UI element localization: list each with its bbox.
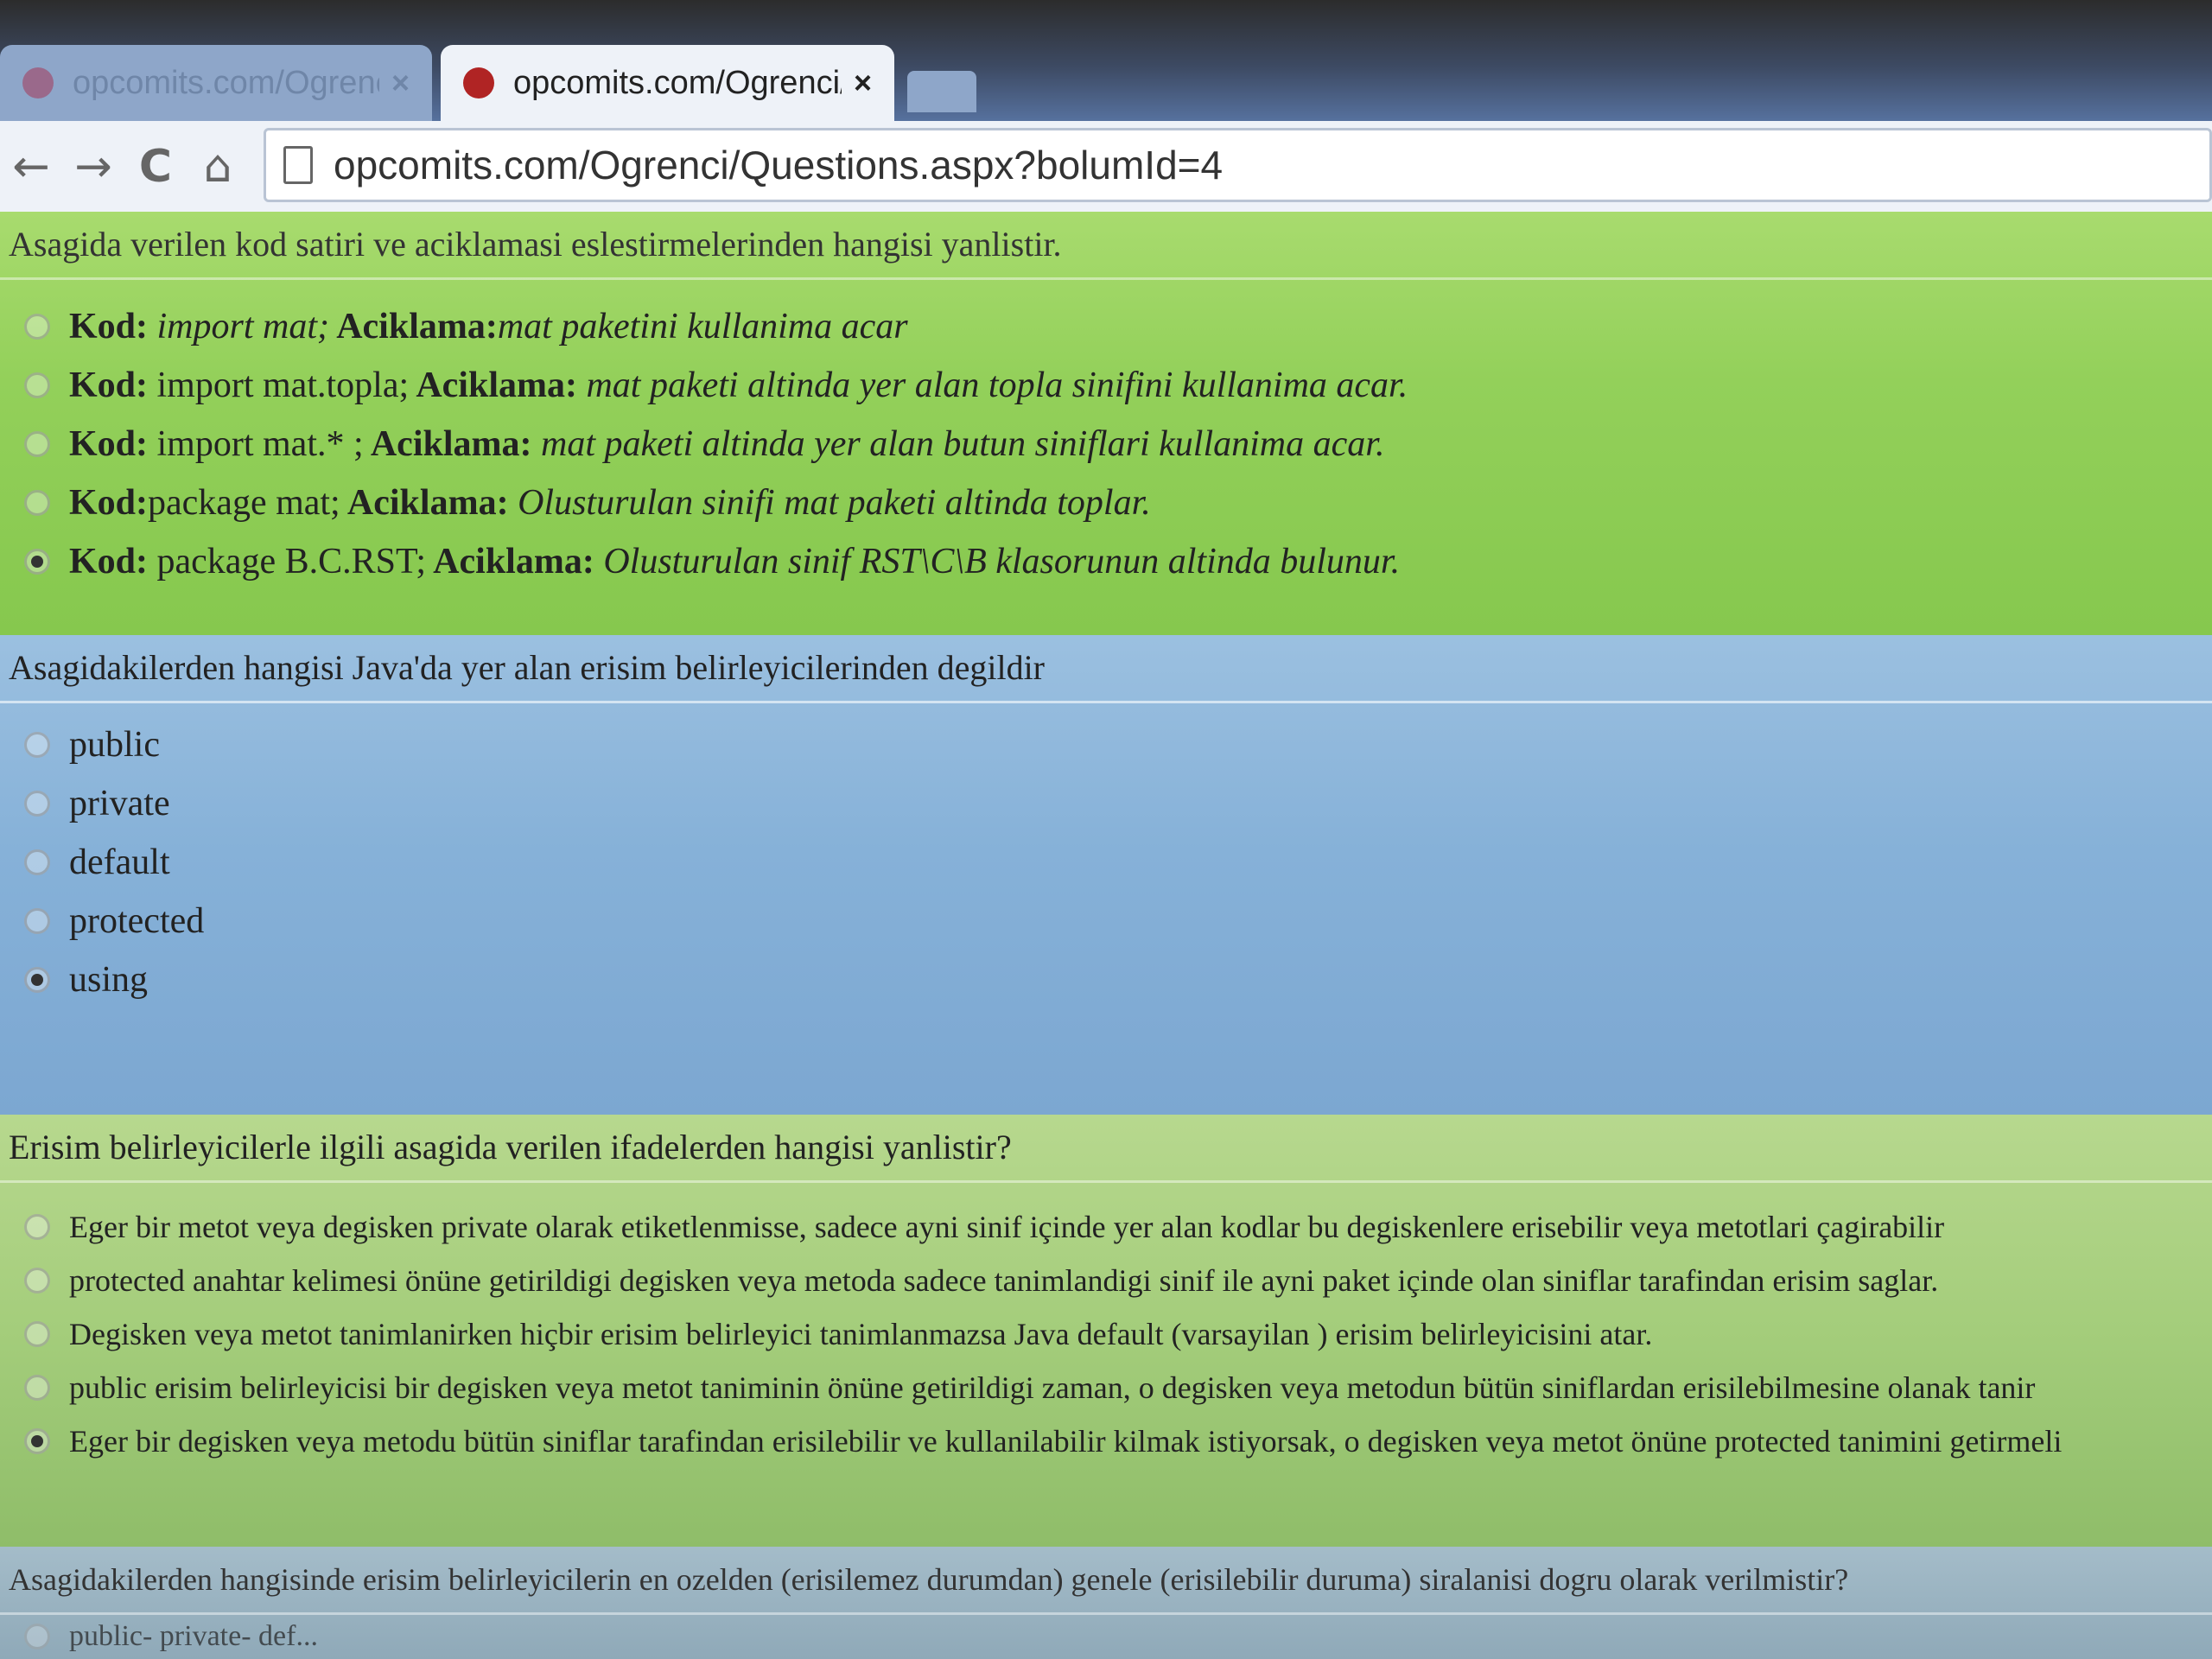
option-label: protected bbox=[69, 901, 205, 941]
tab-title: opcomits.com/Ogrenci/C bbox=[73, 64, 379, 101]
radio-button[interactable] bbox=[24, 908, 50, 934]
question-text: Asagidakilerden hangisinde erisim belirl… bbox=[0, 1547, 2212, 1615]
new-tab-button[interactable] bbox=[907, 71, 976, 112]
forward-arrow-icon[interactable]: → bbox=[62, 141, 124, 193]
radio-button[interactable] bbox=[24, 1624, 50, 1649]
radio-button[interactable] bbox=[24, 1214, 50, 1240]
kod-label: Kod: bbox=[69, 542, 149, 582]
radio-button[interactable] bbox=[24, 314, 50, 340]
answer-option[interactable]: public- private- def... bbox=[0, 1615, 2212, 1658]
question-3: Erisim belirleyicilerle ilgili asagida v… bbox=[0, 1115, 2212, 1547]
option-label: using bbox=[69, 960, 149, 1000]
page-icon bbox=[283, 146, 313, 184]
aciklama-text: Olusturulan sinifi mat paketi altinda to… bbox=[508, 483, 1151, 523]
radio-button[interactable] bbox=[24, 791, 50, 817]
radio-button[interactable] bbox=[24, 1321, 50, 1347]
question-1: Asagida verilen kod satiri ve aciklamasi… bbox=[0, 212, 2212, 635]
kod-text: import mat.* ; bbox=[148, 424, 364, 464]
favicon-icon bbox=[463, 67, 494, 99]
answer-option[interactable]: Kod:package mat; Aciklama: Olusturulan s… bbox=[0, 474, 2212, 532]
kod-text: package B.C.RST; bbox=[148, 542, 426, 582]
aciklama-label: Aciklama: bbox=[363, 424, 532, 464]
aciklama-text: Olusturulan sinif RST\C\B klasorunun alt… bbox=[594, 542, 1401, 582]
radio-button-selected[interactable] bbox=[24, 1428, 50, 1454]
option-label: public bbox=[69, 725, 160, 765]
aciklama-text: mat paketini kullanima acar bbox=[497, 307, 908, 346]
answer-option[interactable]: protected anahtar kelimesi önüne getiril… bbox=[0, 1254, 2212, 1307]
radio-button[interactable] bbox=[24, 490, 50, 516]
answer-option[interactable]: Degisken veya metot tanimlanirken hiçbir… bbox=[0, 1307, 2212, 1361]
kod-text: package mat; bbox=[148, 483, 340, 523]
option-label: Eger bir metot veya degisken private ola… bbox=[69, 1210, 1945, 1244]
aciklama-label: Aciklama: bbox=[340, 483, 509, 523]
aciklama-label: Aciklama: bbox=[329, 307, 498, 346]
answer-option[interactable]: default bbox=[0, 833, 2212, 892]
radio-button[interactable] bbox=[24, 849, 50, 875]
option-label: Eger bir degisken veya metodu bütün sini… bbox=[69, 1424, 2063, 1459]
back-arrow-icon[interactable]: ← bbox=[0, 141, 62, 193]
tab-inactive[interactable]: opcomits.com/Ogrenci/C × bbox=[0, 45, 432, 121]
answer-option[interactable]: Kod: import mat.topla; Aciklama: mat pak… bbox=[0, 356, 2212, 415]
aciklama-label: Aciklama: bbox=[409, 365, 577, 405]
answer-option[interactable]: Eger bir metot veya degisken private ola… bbox=[0, 1200, 2212, 1254]
kod-label: Kod: bbox=[69, 483, 149, 523]
favicon-icon bbox=[22, 67, 54, 99]
radio-button-selected[interactable] bbox=[24, 549, 50, 575]
option-label: default bbox=[69, 842, 170, 882]
close-tab-icon[interactable]: × bbox=[391, 65, 410, 101]
home-icon[interactable]: ⌂ bbox=[187, 141, 249, 193]
url-text: opcomits.com/Ogrenci/Questions.aspx?bolu… bbox=[334, 143, 1224, 188]
aciklama-text: mat paketi altinda yer alan butun sinifl… bbox=[531, 424, 1385, 464]
option-label: Degisken veya metot tanimlanirken hiçbir… bbox=[69, 1317, 1653, 1351]
radio-button[interactable] bbox=[24, 372, 50, 398]
page-content: Asagida verilen kod satiri ve aciklamasi… bbox=[0, 212, 2212, 1659]
radio-button-selected[interactable] bbox=[24, 967, 50, 993]
answer-option[interactable]: using bbox=[0, 950, 2212, 1009]
question-text: Asagida verilen kod satiri ve aciklamasi… bbox=[0, 212, 2212, 280]
option-label: public erisim belirleyicisi bir degisken… bbox=[69, 1370, 2036, 1405]
answer-option[interactable]: private bbox=[0, 774, 2212, 833]
tab-title: opcomits.com/Ogrenci/C bbox=[513, 64, 842, 101]
question-4: Asagidakilerden hangisinde erisim belirl… bbox=[0, 1547, 2212, 1659]
answer-option[interactable]: Kod: import mat.* ; Aciklama: mat paketi… bbox=[0, 415, 2212, 474]
aciklama-text: mat paketi altinda yer alan topla sinifi… bbox=[576, 365, 1408, 405]
option-label: public- private- def... bbox=[69, 1620, 318, 1652]
question-2: Asagidakilerden hangisi Java'da yer alan… bbox=[0, 635, 2212, 1115]
tab-strip: opcomits.com/Ogrenci/C × opcomits.com/Og… bbox=[0, 0, 2212, 121]
kod-label: Kod: bbox=[69, 365, 149, 405]
kod-label: Kod: bbox=[69, 424, 149, 464]
radio-button[interactable] bbox=[24, 1268, 50, 1294]
kod-text: import mat.topla; bbox=[148, 365, 410, 405]
question-text: Asagidakilerden hangisi Java'da yer alan… bbox=[0, 635, 2212, 703]
answer-option[interactable]: Kod: package B.C.RST; Aciklama: Olusturu… bbox=[0, 532, 2212, 591]
option-label: private bbox=[69, 784, 170, 823]
radio-button[interactable] bbox=[24, 732, 50, 758]
kod-text: import mat; bbox=[148, 307, 330, 346]
question-text: Erisim belirleyicilerle ilgili asagida v… bbox=[0, 1115, 2212, 1183]
option-label: protected anahtar kelimesi önüne getiril… bbox=[69, 1263, 1939, 1298]
answer-option[interactable]: public bbox=[0, 715, 2212, 774]
kod-label: Kod: bbox=[69, 307, 149, 346]
reload-icon[interactable]: C bbox=[124, 141, 187, 193]
tab-active[interactable]: opcomits.com/Ogrenci/C × bbox=[441, 45, 894, 121]
radio-button[interactable] bbox=[24, 431, 50, 457]
answer-option[interactable]: Eger bir degisken veya metodu bütün sini… bbox=[0, 1414, 2212, 1468]
answer-option[interactable]: protected bbox=[0, 892, 2212, 950]
aciklama-label: Aciklama: bbox=[426, 542, 594, 582]
close-tab-icon[interactable]: × bbox=[854, 65, 872, 101]
address-bar[interactable]: opcomits.com/Ogrenci/Questions.aspx?bolu… bbox=[264, 128, 2212, 202]
answer-option[interactable]: public erisim belirleyicisi bir degisken… bbox=[0, 1361, 2212, 1414]
answer-option[interactable]: Kod: import mat; Aciklama:mat paketini k… bbox=[0, 297, 2212, 356]
radio-button[interactable] bbox=[24, 1375, 50, 1401]
